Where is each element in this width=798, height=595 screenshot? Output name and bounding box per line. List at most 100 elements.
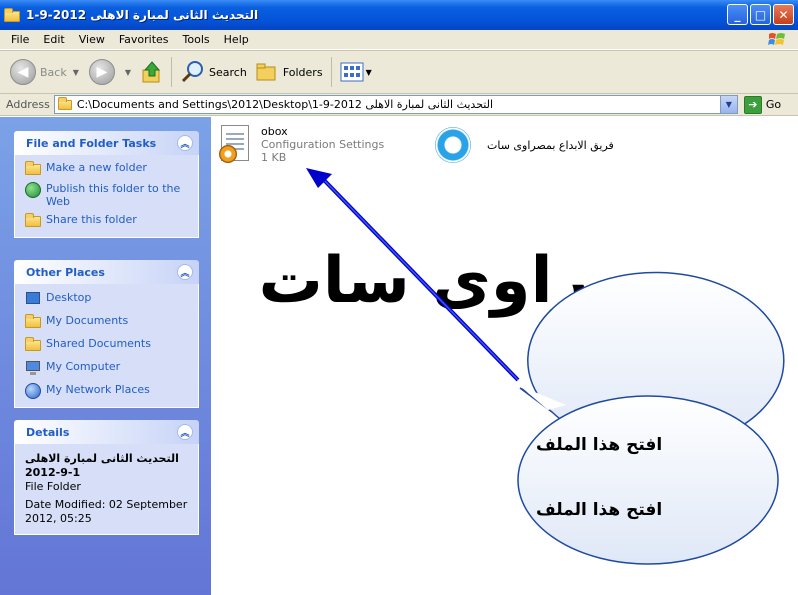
go-arrow-icon: ➔ (743, 95, 762, 114)
details-panel: Details ︽ التحديث الثانى لمبارة الاهلى 1… (14, 420, 199, 535)
file-folder-tasks-panel: File and Folder Tasks ︽ Make a new folde… (14, 131, 199, 238)
task-share-folder[interactable]: Share this folder (25, 213, 190, 229)
place-desktop[interactable]: Desktop (25, 291, 190, 307)
places-list: Desktop My Documents Shared Documents My… (14, 284, 199, 408)
new-folder-icon (25, 161, 41, 177)
task-pane: File and Folder Tasks ︽ Make a new folde… (0, 117, 211, 595)
file-name: obox (261, 125, 288, 138)
place-network-places[interactable]: My Network Places (25, 383, 190, 399)
folders-label: Folders (282, 65, 323, 79)
menu-favorites[interactable]: Favorites (112, 33, 176, 46)
details-type: File Folder (25, 480, 81, 493)
menu-file[interactable]: File (4, 33, 36, 46)
go-label: Go (765, 98, 782, 111)
maximize-button[interactable]: □ (750, 4, 771, 25)
other-places-header[interactable]: Other Places ︽ (14, 260, 199, 284)
panel-heading: Other Places (26, 265, 105, 279)
task-make-new-folder[interactable]: Make a new folder (25, 161, 190, 177)
window-controls: _ □ ✕ (727, 4, 794, 25)
shared-documents-icon (25, 337, 41, 353)
views-button[interactable]: ▼ (336, 55, 382, 89)
forward-dropdown-icon[interactable]: ▼ (125, 68, 131, 77)
up-folder-button[interactable] (137, 55, 167, 89)
place-label: My Network Places (46, 383, 150, 396)
tasks-list: Make a new folder Publish this folder to… (14, 155, 199, 238)
place-my-computer[interactable]: My Computer (25, 360, 190, 376)
network-places-icon (25, 383, 41, 399)
details-name: التحديث الثانى لمبارة الاهلى 1-9-2012 (25, 452, 179, 479)
o-logo-icon (435, 127, 471, 163)
folders-icon (256, 63, 276, 81)
place-label: Shared Documents (46, 337, 151, 350)
up-folder-icon (142, 61, 161, 83)
details-header[interactable]: Details ︽ (14, 420, 199, 444)
overlay-title-text: مصراوى سات (258, 244, 695, 318)
place-label: Desktop (46, 291, 92, 304)
share-folder-icon (25, 213, 41, 229)
menu-view[interactable]: View (72, 33, 112, 46)
back-arrow-icon: ◀ (10, 59, 36, 85)
task-label: Publish this folder to the Web (46, 182, 181, 208)
minimize-button[interactable]: _ (727, 4, 748, 25)
panel-heading: File and Folder Tasks (26, 136, 157, 150)
search-label: Search (209, 65, 247, 79)
folders-button[interactable]: Folders (251, 55, 327, 89)
address-bar: Address C:\Documents and Settings\2012\D… (0, 94, 798, 116)
toolbar-separator (330, 57, 332, 87)
address-dropdown-icon[interactable]: ▼ (719, 96, 737, 113)
details-modified: Date Modified: 02 September 2012, 05:25 (25, 498, 188, 525)
task-label: Share this folder (46, 213, 137, 226)
window-title: التحديث الثانى لمبارة الاهلى 2012-9-1 (26, 8, 259, 22)
task-label: Make a new folder (46, 161, 147, 174)
back-dropdown-icon[interactable]: ▼ (73, 68, 79, 77)
search-icon (181, 61, 204, 83)
file-view: obox Configuration Settings 1 KB فريق ال… (211, 117, 798, 595)
address-label: Address (6, 98, 50, 111)
file-item-obox[interactable]: obox Configuration Settings 1 KB (219, 125, 384, 165)
back-button[interactable]: ◀ Back (6, 55, 71, 89)
details-body: التحديث الثانى لمبارة الاهلى 1-9-2012 Fi… (14, 444, 199, 535)
close-button[interactable]: ✕ (773, 4, 794, 25)
title-bar: التحديث الثانى لمبارة الاهلى 2012-9-1 _ … (0, 0, 798, 30)
toolbar: ◀ Back ▼ ▶ ▼ Search Folders ▼ (0, 50, 798, 94)
publish-web-icon (25, 182, 41, 198)
back-label: Back (40, 65, 67, 79)
forward-arrow-icon: ▶ (88, 59, 115, 85)
place-my-documents[interactable]: My Documents (25, 314, 190, 330)
my-documents-icon (25, 314, 41, 330)
config-settings-icon (219, 125, 253, 165)
bubble-text-line1: افتح هذا الملف (536, 435, 663, 455)
place-label: My Computer (46, 360, 121, 373)
place-label: My Documents (46, 314, 129, 327)
menu-help[interactable]: Help (217, 33, 256, 46)
toolbar-separator (171, 57, 173, 87)
windows-logo-icon (768, 33, 785, 45)
place-shared-documents[interactable]: Shared Documents (25, 337, 190, 353)
go-button[interactable]: ➔ Go (743, 95, 782, 114)
address-path: C:\Documents and Settings\2012\Desktop\ا… (76, 98, 494, 111)
desktop-icon (25, 291, 41, 307)
file-folder-tasks-header[interactable]: File and Folder Tasks ︽ (14, 131, 199, 155)
file-size: 1 KB (261, 151, 287, 164)
folder-icon (4, 8, 22, 22)
other-places-panel: Other Places ︽ Desktop My Documents Shar… (14, 260, 199, 408)
views-icon (340, 62, 364, 82)
my-computer-icon (25, 360, 41, 376)
address-input[interactable]: C:\Documents and Settings\2012\Desktop\ا… (53, 95, 738, 114)
menu-edit[interactable]: Edit (36, 33, 71, 46)
collapse-chevron-icon[interactable]: ︽ (177, 424, 193, 440)
bubble-text-line2: افتح هذا الملف (536, 500, 663, 520)
collapse-chevron-icon[interactable]: ︽ (177, 135, 193, 151)
forward-button[interactable]: ▶ (85, 55, 123, 89)
folder-icon (57, 96, 74, 111)
search-button[interactable]: Search (176, 55, 251, 89)
file-type: Configuration Settings (261, 138, 385, 151)
collapse-chevron-icon[interactable]: ︽ (177, 264, 193, 280)
file-name: فريق الابداع بمصراوى سات (487, 138, 614, 152)
panel-heading: Details (26, 425, 70, 439)
menu-tools[interactable]: Tools (176, 33, 217, 46)
views-dropdown-icon: ▼ (365, 67, 372, 77)
file-item-logo[interactable]: فريق الابداع بمصراوى سات (435, 127, 614, 163)
menu-bar: File Edit View Favorites Tools Help (0, 30, 798, 50)
task-publish-web[interactable]: Publish this folder to the Web (25, 182, 190, 208)
